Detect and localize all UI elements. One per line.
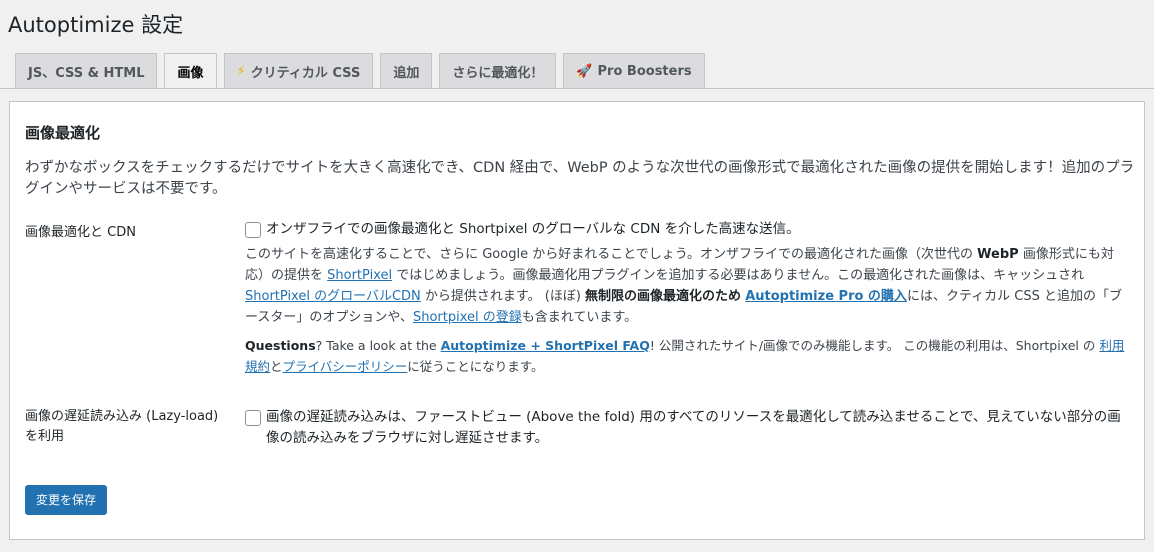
desc-text: も含まれています。 [521, 310, 638, 325]
tab-label: さらに最適化！ [452, 65, 544, 81]
image-optimization-checkbox[interactable] [245, 222, 261, 238]
shortpixel-cdn-link[interactable]: ShortPixel のグローバルCDN [245, 289, 421, 304]
tab-critical-css[interactable]: ⚡ クリティカル CSS [223, 53, 374, 88]
tab-label: 追加 [393, 65, 420, 81]
tab-extra[interactable]: 追加 [380, 53, 433, 88]
tab-js-css-html[interactable]: JS、CSS & HTML [15, 53, 158, 88]
section-title: 画像最適化 [25, 124, 101, 142]
desc-bold: 無制限の画像最適化のため [585, 289, 742, 304]
label-line: を利用 [25, 429, 65, 444]
image-optimization-label: 画像最適化と CDN [25, 225, 136, 240]
tab-optimize-more[interactable]: さらに最適化！ [439, 53, 557, 88]
shortpixel-signup-link[interactable]: Shortpixel の登録 [413, 310, 522, 325]
settings-tabs: JS、CSS & HTML 画像 ⚡ クリティカル CSS 追加 さらに最適化！… [15, 53, 705, 89]
checkbox-label: オンザフライでの画像最適化と Shortpixel のグローバルな CDN を介… [266, 221, 800, 237]
desc-text: に従うことになります。 [407, 359, 544, 374]
tab-label: Pro Boosters [597, 63, 692, 79]
lazy-load-checkbox[interactable] [245, 410, 261, 426]
tab-label: クリティカル CSS [250, 65, 361, 81]
lazy-load-label: 画像の遅延読み込み (Lazy-load) を利用 [25, 407, 218, 447]
lightning-icon: ⚡ [236, 63, 246, 79]
settings-panel: 画像最適化 わずかなボックスをチェックするだけでサイトを大きく高速化でき、CDN… [9, 101, 1145, 540]
tab-images[interactable]: 画像 [164, 53, 217, 89]
desc-text: ? Take a look at the [315, 338, 441, 353]
desc-bold: WebP [977, 247, 1019, 262]
rocket-icon: 🚀 [576, 63, 593, 79]
desc-text: から提供されます。 (ほぼ) [420, 289, 586, 304]
desc-text: ではじめましょう。画像最適化用プラグインを追加する必要はありません。この最適化さ… [392, 268, 1085, 283]
desc-text: と [270, 359, 283, 374]
checkbox-label: 画像の遅延読み込みは、ファーストビュー (Above the fold) 用のす… [266, 409, 1121, 446]
tab-label: 画像 [177, 66, 204, 81]
tab-pro-boosters[interactable]: 🚀 Pro Boosters [563, 53, 705, 88]
image-optimization-description: このサイトを高速化することで、さらに Google から好まれることでしょう。オ… [245, 244, 1125, 328]
desc-text: このサイトを高速化することで、さらに Google から好まれることでしょう。オ… [245, 247, 978, 262]
page-title: Autoptimize 設定 [8, 13, 184, 37]
image-optimization-field: オンザフライでの画像最適化と Shortpixel のグローバルな CDN を介… [245, 219, 1125, 377]
tabs-divider [0, 88, 1154, 89]
desc-text: ! 公開されたサイト/画像でのみ機能します。 この機能の利用は、Shortpix… [649, 338, 1100, 353]
label-line: 画像の遅延読み込み (Lazy-load) [25, 409, 219, 424]
autoptimize-pro-link[interactable]: Autoptimize Pro の購入 [745, 289, 907, 304]
faq-description: Questions? Take a look at the Autoptimiz… [245, 335, 1125, 377]
desc-bold: Questions [245, 338, 316, 353]
faq-link[interactable]: Autoptimize + ShortPixel FAQ [441, 338, 650, 353]
tab-label: JS、CSS & HTML [28, 65, 145, 81]
save-changes-button[interactable]: 変更を保存 [25, 485, 108, 515]
lazy-load-field: 画像の遅延読み込みは、ファーストビュー (Above the fold) 用のす… [245, 407, 1125, 449]
privacy-policy-link[interactable]: プライバシーポリシー [283, 359, 408, 374]
shortpixel-link[interactable]: ShortPixel [327, 268, 392, 283]
image-optimization-option[interactable]: オンザフライでの画像最適化と Shortpixel のグローバルな CDN を介… [245, 219, 1125, 240]
section-intro: わずかなボックスをチェックするだけでサイトを大きく高速化でき、CDN 経由で、W… [25, 160, 1135, 197]
lazy-load-option[interactable]: 画像の遅延読み込みは、ファーストビュー (Above the fold) 用のす… [245, 407, 1125, 449]
